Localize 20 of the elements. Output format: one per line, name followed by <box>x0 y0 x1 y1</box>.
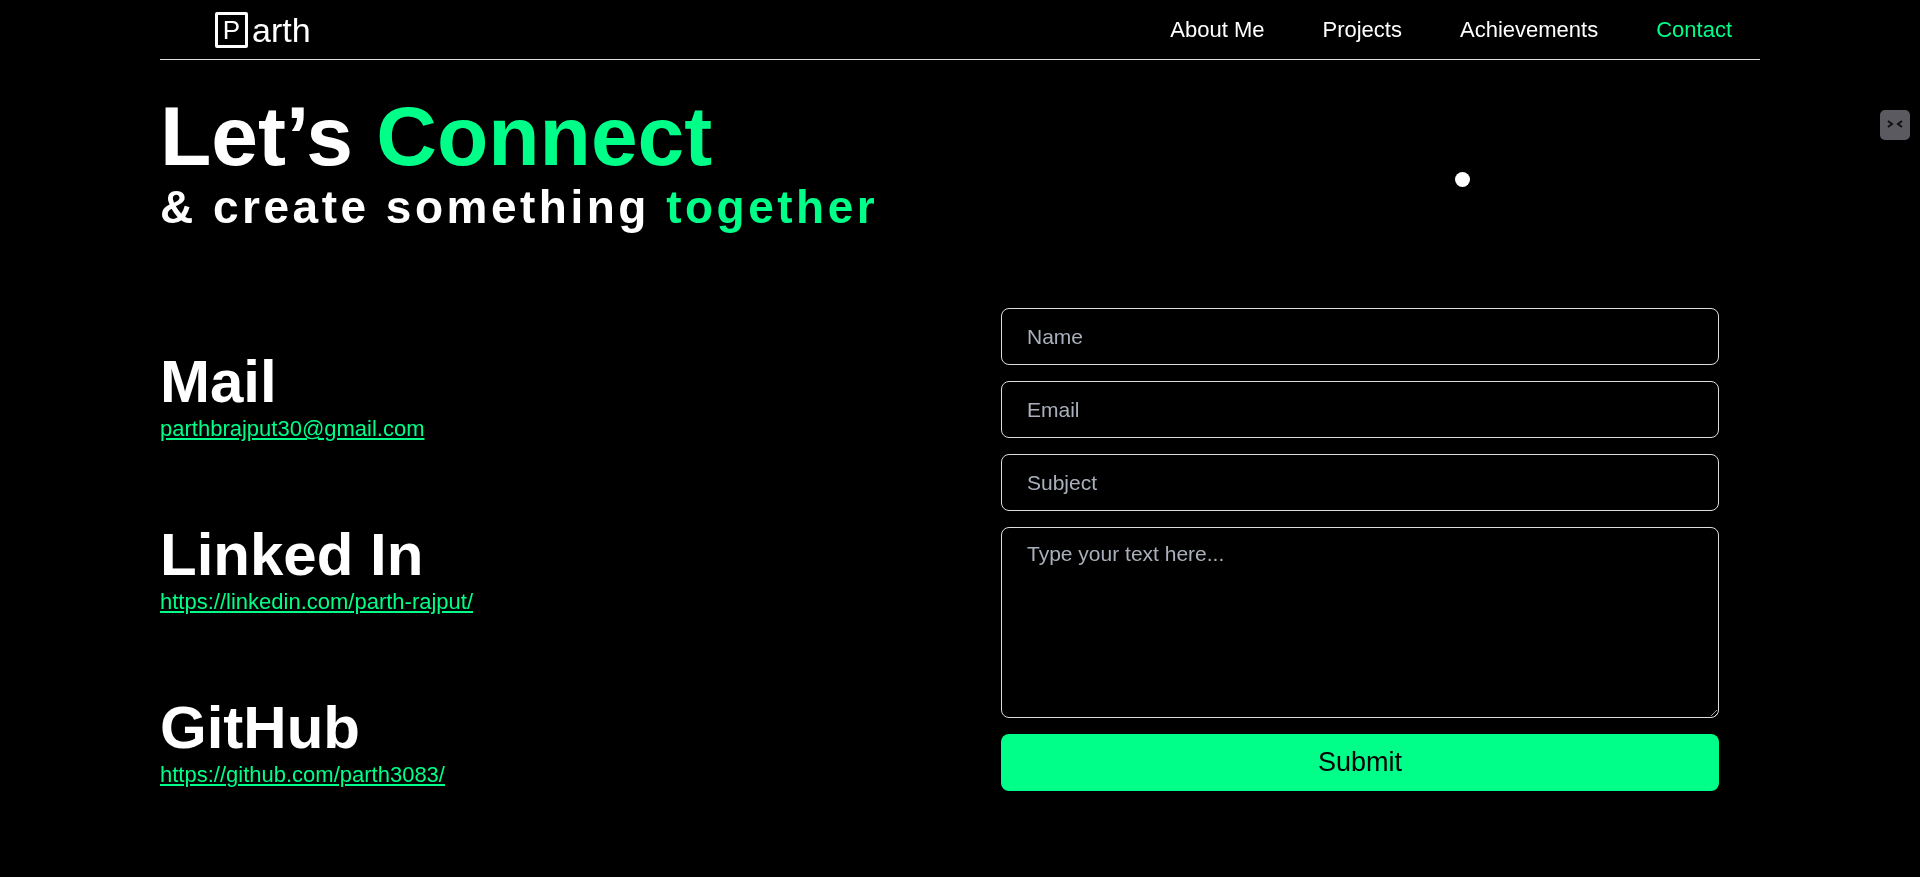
logo-text: arth <box>252 12 311 47</box>
logo-box: P <box>215 11 248 48</box>
nav-link[interactable]: Contact <box>1656 13 1732 46</box>
contact-heading: Linked In <box>160 525 425 585</box>
contact-heading: GitHub <box>160 698 361 758</box>
dot <box>1455 172 1470 187</box>
submit-button[interactable]: Submit <box>1001 734 1719 791</box>
contact-heading: Mail <box>160 352 278 412</box>
input-field[interactable]: Email <box>1001 381 1719 438</box>
input-field[interactable]: Subject <box>1001 454 1719 511</box>
input-field[interactable]: Name <box>1001 308 1719 365</box>
url-link[interactable]: https://github.com/parth3083/ <box>160 762 445 787</box>
widget-icon[interactable] <box>1880 110 1910 140</box>
url-link[interactable]: https://linkedin.com/parth-rajput/ <box>160 589 474 614</box>
nav-link[interactable]: About Me <box>1170 13 1265 46</box>
nav-link[interactable]: Projects <box>1322 13 1402 46</box>
hero-title: Let’s Connect <box>160 94 714 178</box>
url-link[interactable]: parthbrajput30@gmail.com <box>160 416 425 441</box>
message-field[interactable]: Type your text here... <box>1001 527 1719 718</box>
nav-link[interactable]: Achievements <box>1460 13 1599 46</box>
